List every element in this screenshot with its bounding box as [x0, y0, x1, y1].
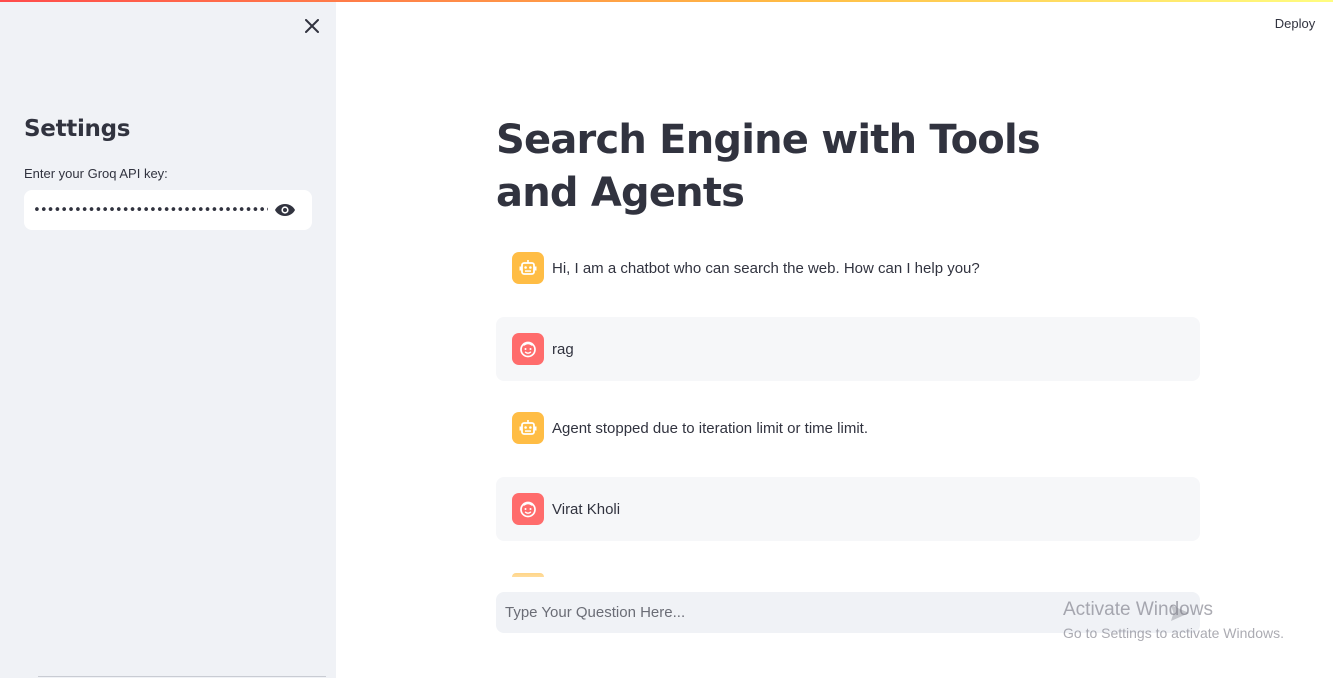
smiley-face-icon: [520, 341, 536, 358]
assistant-avatar: [512, 252, 544, 284]
chat-message-user: Virat Kholi: [496, 477, 1200, 541]
sidebar-title: Settings: [24, 116, 131, 142]
api-key-input[interactable]: [24, 190, 268, 230]
toggle-visibility-button[interactable]: [268, 190, 312, 230]
eye-icon: [275, 204, 295, 216]
sidebar: Settings Enter your Groq API key:: [0, 0, 336, 678]
chat-message-user: rag: [496, 317, 1200, 381]
send-icon: [1171, 604, 1189, 621]
message-text: Agent stopped due to iteration limit or …: [552, 419, 868, 437]
user-avatar: [512, 333, 544, 365]
user-avatar: [512, 493, 544, 525]
message-text: Hi, I am a chatbot who can search the we…: [552, 259, 980, 277]
robot-icon: [519, 420, 537, 435]
message-text: Virat Kholi: [552, 500, 621, 518]
top-decoration-bar: [0, 0, 1333, 2]
close-sidebar-button[interactable]: [300, 14, 324, 38]
deploy-button[interactable]: Deploy: [1262, 14, 1328, 34]
send-button[interactable]: [1160, 592, 1200, 633]
chat-message-assistant: Agent stopped due to iteration limit or …: [496, 396, 1200, 460]
scroll-fade: [496, 560, 1200, 578]
assistant-avatar: [512, 412, 544, 444]
chat-input-bar: [496, 592, 1200, 633]
smiley-face-icon: [520, 501, 536, 518]
page-title: Search Engine with Tools and Agents: [496, 117, 1041, 216]
chat-message-assistant: Hi, I am a chatbot who can search the we…: [496, 236, 1200, 300]
chat-input[interactable]: [496, 592, 1160, 633]
api-key-label: Enter your Groq API key:: [24, 166, 168, 181]
close-icon: [305, 19, 319, 33]
api-key-field: [24, 190, 312, 230]
message-text: rag: [552, 340, 574, 358]
sidebar-bottom-divider: [38, 676, 326, 677]
robot-icon: [519, 260, 537, 275]
